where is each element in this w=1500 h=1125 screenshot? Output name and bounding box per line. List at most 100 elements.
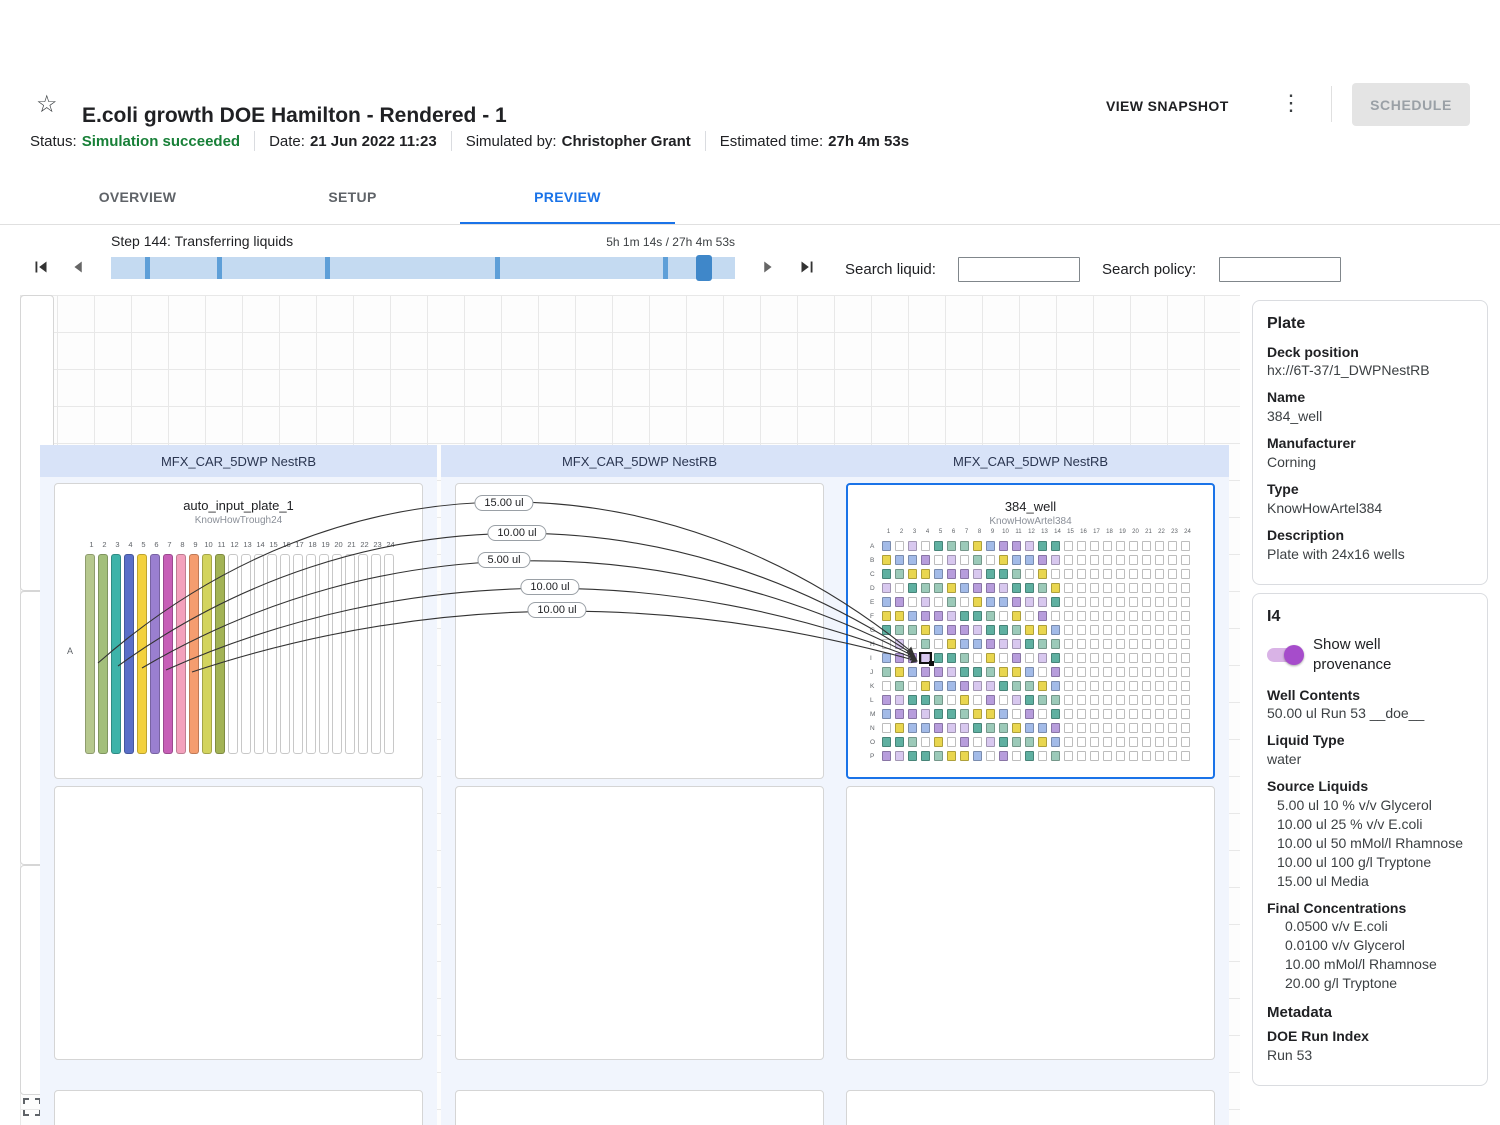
well[interactable] bbox=[960, 723, 969, 733]
well[interactable] bbox=[1064, 751, 1073, 761]
well[interactable] bbox=[1012, 751, 1021, 761]
empty-plate-slot[interactable] bbox=[54, 1090, 423, 1125]
well[interactable] bbox=[960, 667, 969, 677]
search-policy-input[interactable] bbox=[1219, 257, 1341, 282]
well[interactable] bbox=[1051, 583, 1060, 593]
well[interactable] bbox=[960, 569, 969, 579]
well[interactable] bbox=[960, 555, 969, 565]
well[interactable] bbox=[1155, 737, 1164, 747]
well[interactable] bbox=[1181, 569, 1190, 579]
well[interactable] bbox=[999, 723, 1008, 733]
well[interactable] bbox=[1129, 583, 1138, 593]
well[interactable] bbox=[1181, 709, 1190, 719]
well[interactable] bbox=[1025, 625, 1034, 635]
well[interactable] bbox=[882, 667, 891, 677]
well[interactable] bbox=[1168, 751, 1177, 761]
trough-well[interactable] bbox=[176, 554, 186, 754]
trough-well[interactable] bbox=[371, 554, 381, 754]
well[interactable] bbox=[1064, 583, 1073, 593]
well[interactable] bbox=[1077, 695, 1086, 705]
well[interactable] bbox=[973, 597, 982, 607]
well[interactable] bbox=[1090, 625, 1099, 635]
well[interactable] bbox=[1129, 653, 1138, 663]
well[interactable] bbox=[1129, 625, 1138, 635]
well[interactable] bbox=[1025, 667, 1034, 677]
well[interactable] bbox=[1051, 639, 1060, 649]
trough-well[interactable] bbox=[124, 554, 134, 754]
well[interactable] bbox=[1142, 681, 1151, 691]
well[interactable] bbox=[999, 583, 1008, 593]
well[interactable] bbox=[1038, 695, 1047, 705]
well[interactable] bbox=[1142, 695, 1151, 705]
trough-well[interactable] bbox=[137, 554, 147, 754]
well[interactable] bbox=[882, 639, 891, 649]
well[interactable] bbox=[973, 639, 982, 649]
well[interactable] bbox=[908, 751, 917, 761]
well[interactable] bbox=[1064, 625, 1073, 635]
well[interactable] bbox=[1090, 569, 1099, 579]
well[interactable] bbox=[1025, 583, 1034, 593]
well[interactable] bbox=[1181, 667, 1190, 677]
well[interactable] bbox=[999, 611, 1008, 621]
well[interactable] bbox=[999, 681, 1008, 691]
trough-well[interactable] bbox=[384, 554, 394, 754]
well[interactable] bbox=[1129, 723, 1138, 733]
well[interactable] bbox=[1064, 597, 1073, 607]
well[interactable] bbox=[1103, 723, 1112, 733]
well[interactable] bbox=[1181, 653, 1190, 663]
well[interactable] bbox=[1051, 653, 1060, 663]
well[interactable] bbox=[1077, 639, 1086, 649]
well[interactable] bbox=[1064, 541, 1073, 551]
well[interactable] bbox=[1168, 709, 1177, 719]
well[interactable] bbox=[1025, 653, 1034, 663]
more-options-icon[interactable]: ⋮ bbox=[1280, 90, 1302, 116]
well[interactable] bbox=[934, 695, 943, 705]
well[interactable] bbox=[1116, 639, 1125, 649]
well[interactable] bbox=[921, 597, 930, 607]
well[interactable] bbox=[934, 555, 943, 565]
well[interactable] bbox=[1103, 695, 1112, 705]
well[interactable] bbox=[973, 653, 982, 663]
well[interactable] bbox=[1168, 583, 1177, 593]
well[interactable] bbox=[1129, 541, 1138, 551]
source-plate-slot[interactable]: auto_input_plate_1 KnowHowTrough24 12345… bbox=[54, 483, 423, 779]
well[interactable] bbox=[1142, 625, 1151, 635]
well[interactable] bbox=[1051, 597, 1060, 607]
previous-step-button[interactable] bbox=[64, 253, 94, 283]
well[interactable] bbox=[1155, 597, 1164, 607]
well[interactable] bbox=[960, 541, 969, 551]
trough-well[interactable] bbox=[215, 554, 225, 754]
well[interactable] bbox=[882, 709, 891, 719]
well[interactable] bbox=[1038, 611, 1047, 621]
well[interactable] bbox=[999, 541, 1008, 551]
trough-well[interactable] bbox=[345, 554, 355, 754]
well[interactable] bbox=[1090, 695, 1099, 705]
well[interactable] bbox=[999, 569, 1008, 579]
well[interactable] bbox=[947, 569, 956, 579]
well[interactable] bbox=[1116, 611, 1125, 621]
well[interactable] bbox=[1064, 737, 1073, 747]
well[interactable] bbox=[1090, 541, 1099, 551]
well[interactable] bbox=[934, 583, 943, 593]
well[interactable] bbox=[934, 611, 943, 621]
well[interactable] bbox=[1155, 625, 1164, 635]
well[interactable] bbox=[1181, 625, 1190, 635]
well[interactable] bbox=[1116, 723, 1125, 733]
well[interactable] bbox=[986, 555, 995, 565]
well[interactable] bbox=[1051, 723, 1060, 733]
well[interactable] bbox=[1103, 751, 1112, 761]
well[interactable] bbox=[1103, 625, 1112, 635]
well[interactable] bbox=[1012, 737, 1021, 747]
well[interactable] bbox=[1090, 653, 1099, 663]
well[interactable] bbox=[1012, 667, 1021, 677]
well[interactable] bbox=[1090, 681, 1099, 691]
well[interactable] bbox=[1077, 569, 1086, 579]
well[interactable] bbox=[1116, 583, 1125, 593]
well[interactable] bbox=[1064, 667, 1073, 677]
well[interactable] bbox=[1103, 611, 1112, 621]
well[interactable] bbox=[1168, 737, 1177, 747]
well[interactable] bbox=[1051, 681, 1060, 691]
well[interactable] bbox=[934, 653, 943, 663]
well[interactable] bbox=[1090, 611, 1099, 621]
trough-well[interactable] bbox=[293, 554, 303, 754]
